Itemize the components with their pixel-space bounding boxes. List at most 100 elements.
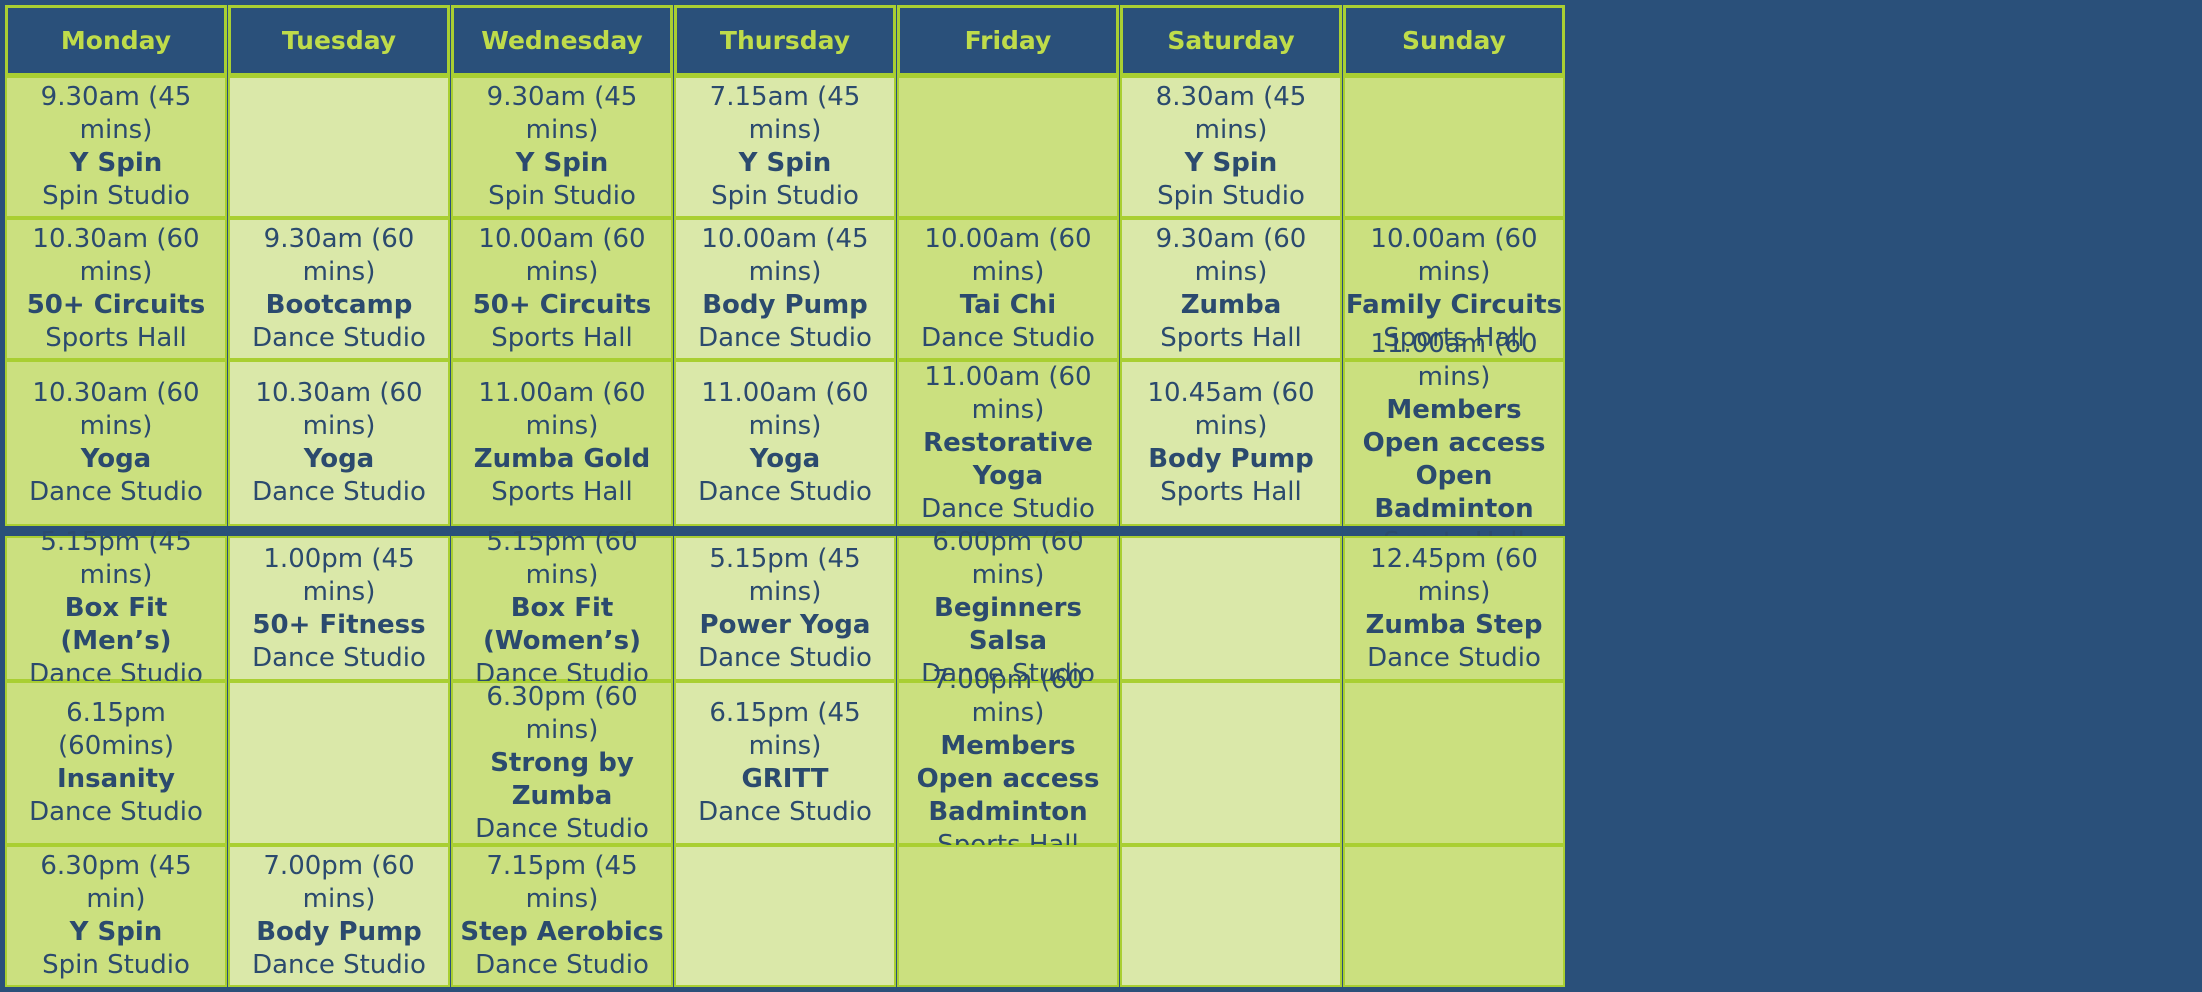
class-time: 10.30am (60 mins)	[32, 224, 200, 287]
class-location: Dance Studio	[252, 477, 426, 507]
class-cell: 7.00pm (60 mins) Members Open access Badm…	[897, 665, 1119, 860]
class-location: Sports Hall	[491, 477, 633, 507]
class-location: Sports Hall	[1160, 323, 1302, 353]
class-time: 6.15pm (45 mins)	[709, 698, 861, 761]
day-header-sunday: Sunday	[1343, 5, 1565, 76]
class-location: Dance Studio	[1367, 642, 1541, 673]
class-cell: 7.15pm (45 mins) Step Aerobics Dance Studi…	[451, 845, 673, 987]
class-cell: 7.00pm (60 mins) Body Pump Dance Studio	[228, 845, 450, 987]
class-location: Dance Studio	[698, 642, 872, 673]
empty-cell	[674, 845, 896, 987]
class-location: Dance Studio	[921, 493, 1095, 524]
class-name: Bootcamp	[265, 290, 413, 320]
class-cell: 9.30am (45 mins) Y Spin Spin Studio	[5, 76, 227, 218]
class-time: 10.45am (60 mins)	[1147, 378, 1315, 441]
class-time: 7.15am (45 mins)	[709, 82, 861, 145]
class-name: Zumba Gold	[473, 444, 651, 474]
class-time: 6.30pm (60 mins)	[486, 681, 638, 745]
class-name: Y Spin	[738, 148, 832, 178]
class-name: Power Yoga	[699, 609, 871, 640]
class-cell: 10.00am (60 mins) Tai Chi Dance Studio	[897, 218, 1119, 360]
class-time: 7.00pm (60 mins)	[932, 665, 1084, 728]
class-name: Zumba Step	[1365, 609, 1543, 640]
class-time: 10.00am (60 mins)	[478, 224, 646, 287]
day-header-tuesday: Tuesday	[228, 5, 450, 76]
class-cell: 5.15pm (60 mins) Box Fit (Women’s) Dance S…	[451, 527, 673, 689]
class-cell: 11.00am (60 mins) Zumba Gold Sports Hall	[451, 360, 673, 526]
class-name: Body Pump	[256, 917, 422, 947]
class-location: Dance Studio	[29, 477, 203, 507]
class-name: GRITT	[741, 764, 829, 794]
class-cell: 10.30am (60 mins) Yoga Dance Studio	[5, 360, 227, 526]
class-location: Sports Hall	[1160, 477, 1302, 507]
class-location: Spin Studio	[488, 181, 636, 211]
class-time: 5.15pm (45 mins)	[40, 527, 192, 590]
class-cell: 11.00am (60 mins) Yoga Dance Studio	[674, 360, 896, 526]
class-cell: 9.30am (60 mins) Bootcamp Dance Studio	[228, 218, 450, 360]
class-name: 50+ Circuits	[26, 290, 206, 320]
class-location: Dance Studio	[698, 797, 872, 827]
class-location: Dance Studio	[475, 950, 649, 980]
class-cell: 10.45am (60 mins) Body Pump Sports Hall	[1120, 360, 1342, 526]
class-cell: 10.00am (45 mins) Body Pump Dance Studio	[674, 218, 896, 360]
class-time: 10.00am (60 mins)	[1370, 224, 1538, 287]
class-cell: 5.15pm (45 mins) Power Yoga Dance Studio	[674, 536, 896, 681]
empty-cell	[1343, 681, 1565, 845]
class-time: 5.15pm (60 mins)	[486, 527, 638, 590]
day-header-friday: Friday	[897, 5, 1119, 76]
class-time: 6.15pm (60mins)	[58, 698, 174, 761]
class-location: Dance Studio	[698, 477, 872, 507]
class-time: 6.00pm (60 mins)	[932, 527, 1084, 590]
class-cell: 9.30am (45 mins) Y Spin Spin Studio	[451, 76, 673, 218]
class-name: Insanity	[56, 764, 175, 794]
class-name: Box Fit (Women’s)	[483, 593, 641, 656]
class-cell: 6.00pm (60 mins) Beginners Salsa Dance Stu…	[897, 527, 1119, 689]
class-time: 10.30am (60 mins)	[32, 378, 200, 441]
class-cell: 12.45pm (60 mins) Zumba Step Dance Studio	[1343, 536, 1565, 681]
class-name: Body Pump	[702, 290, 868, 320]
class-name: Zumba	[1180, 290, 1282, 320]
class-cell: 7.15am (45 mins) Y Spin Spin Studio	[674, 76, 896, 218]
class-location: Dance Studio	[252, 642, 426, 673]
day-header-saturday: Saturday	[1120, 5, 1342, 76]
class-time: 11.00am (60 mins)	[701, 378, 869, 441]
class-cell: 5.15pm (45 mins) Box Fit (Men’s) Dance Stu…	[5, 527, 227, 689]
class-cell: 11.00am (60 mins) Members Open access Ope…	[1343, 329, 1565, 557]
class-name: Y Spin	[515, 148, 609, 178]
class-name: Body Pump	[1148, 444, 1314, 474]
class-cell: 10.30am (60 mins) Yoga Dance Studio	[228, 360, 450, 526]
day-header-wednesday: Wednesday	[451, 5, 673, 76]
class-location: Dance Studio	[475, 813, 649, 844]
class-name: 50+ Fitness	[252, 609, 426, 640]
class-name: Yoga	[749, 444, 821, 474]
class-cell: 1.00pm (45 mins) 50+ Fitness Dance Studio	[228, 536, 450, 681]
class-time: 6.30pm (45 min)	[40, 851, 192, 914]
empty-cell	[228, 681, 450, 845]
class-name: Yoga	[303, 444, 375, 474]
class-name: Yoga	[80, 444, 152, 474]
class-location: Dance Studio	[252, 950, 426, 980]
class-location: Spin Studio	[42, 181, 190, 211]
empty-cell	[1343, 845, 1565, 987]
class-name: Beginners Salsa	[934, 593, 1082, 656]
class-cell: 11.00am (60 mins) Restorative Yoga Dance S…	[897, 360, 1119, 526]
class-time: 7.00pm (60 mins)	[263, 851, 415, 914]
weekly-class-timetable: Monday Tuesday Wednesday Thursday Friday Satu…	[0, 0, 2202, 992]
class-cell: 6.30pm (45 min) Y Spin Spin Studio	[5, 845, 227, 987]
class-time: 12.45pm (60 mins)	[1370, 543, 1538, 607]
class-location: Dance Studio	[252, 323, 426, 353]
class-time: 7.15pm (45 mins)	[486, 851, 638, 914]
empty-cell	[897, 845, 1119, 987]
class-name: Members Open access Open Badminton	[1362, 394, 1546, 524]
class-cell: 6.30pm (60 mins) Strong by Zumba Dance Stu…	[451, 681, 673, 845]
class-time: 9.30am (45 mins)	[486, 82, 638, 145]
day-header-thursday: Thursday	[674, 5, 896, 76]
class-location: Spin Studio	[42, 950, 190, 980]
class-cell: 10.30am (60 mins) 50+ Circuits Sports Hall	[5, 218, 227, 360]
class-cell: 9.30am (60 mins) Zumba Sports Hall	[1120, 218, 1342, 360]
class-time: 11.00am (60 mins)	[478, 378, 646, 441]
class-time: 10.30am (60 mins)	[255, 378, 423, 441]
class-time: 1.00pm (45 mins)	[263, 543, 415, 607]
class-time: 11.00am (60 mins)	[924, 361, 1092, 425]
class-name: Strong by Zumba	[490, 747, 634, 811]
